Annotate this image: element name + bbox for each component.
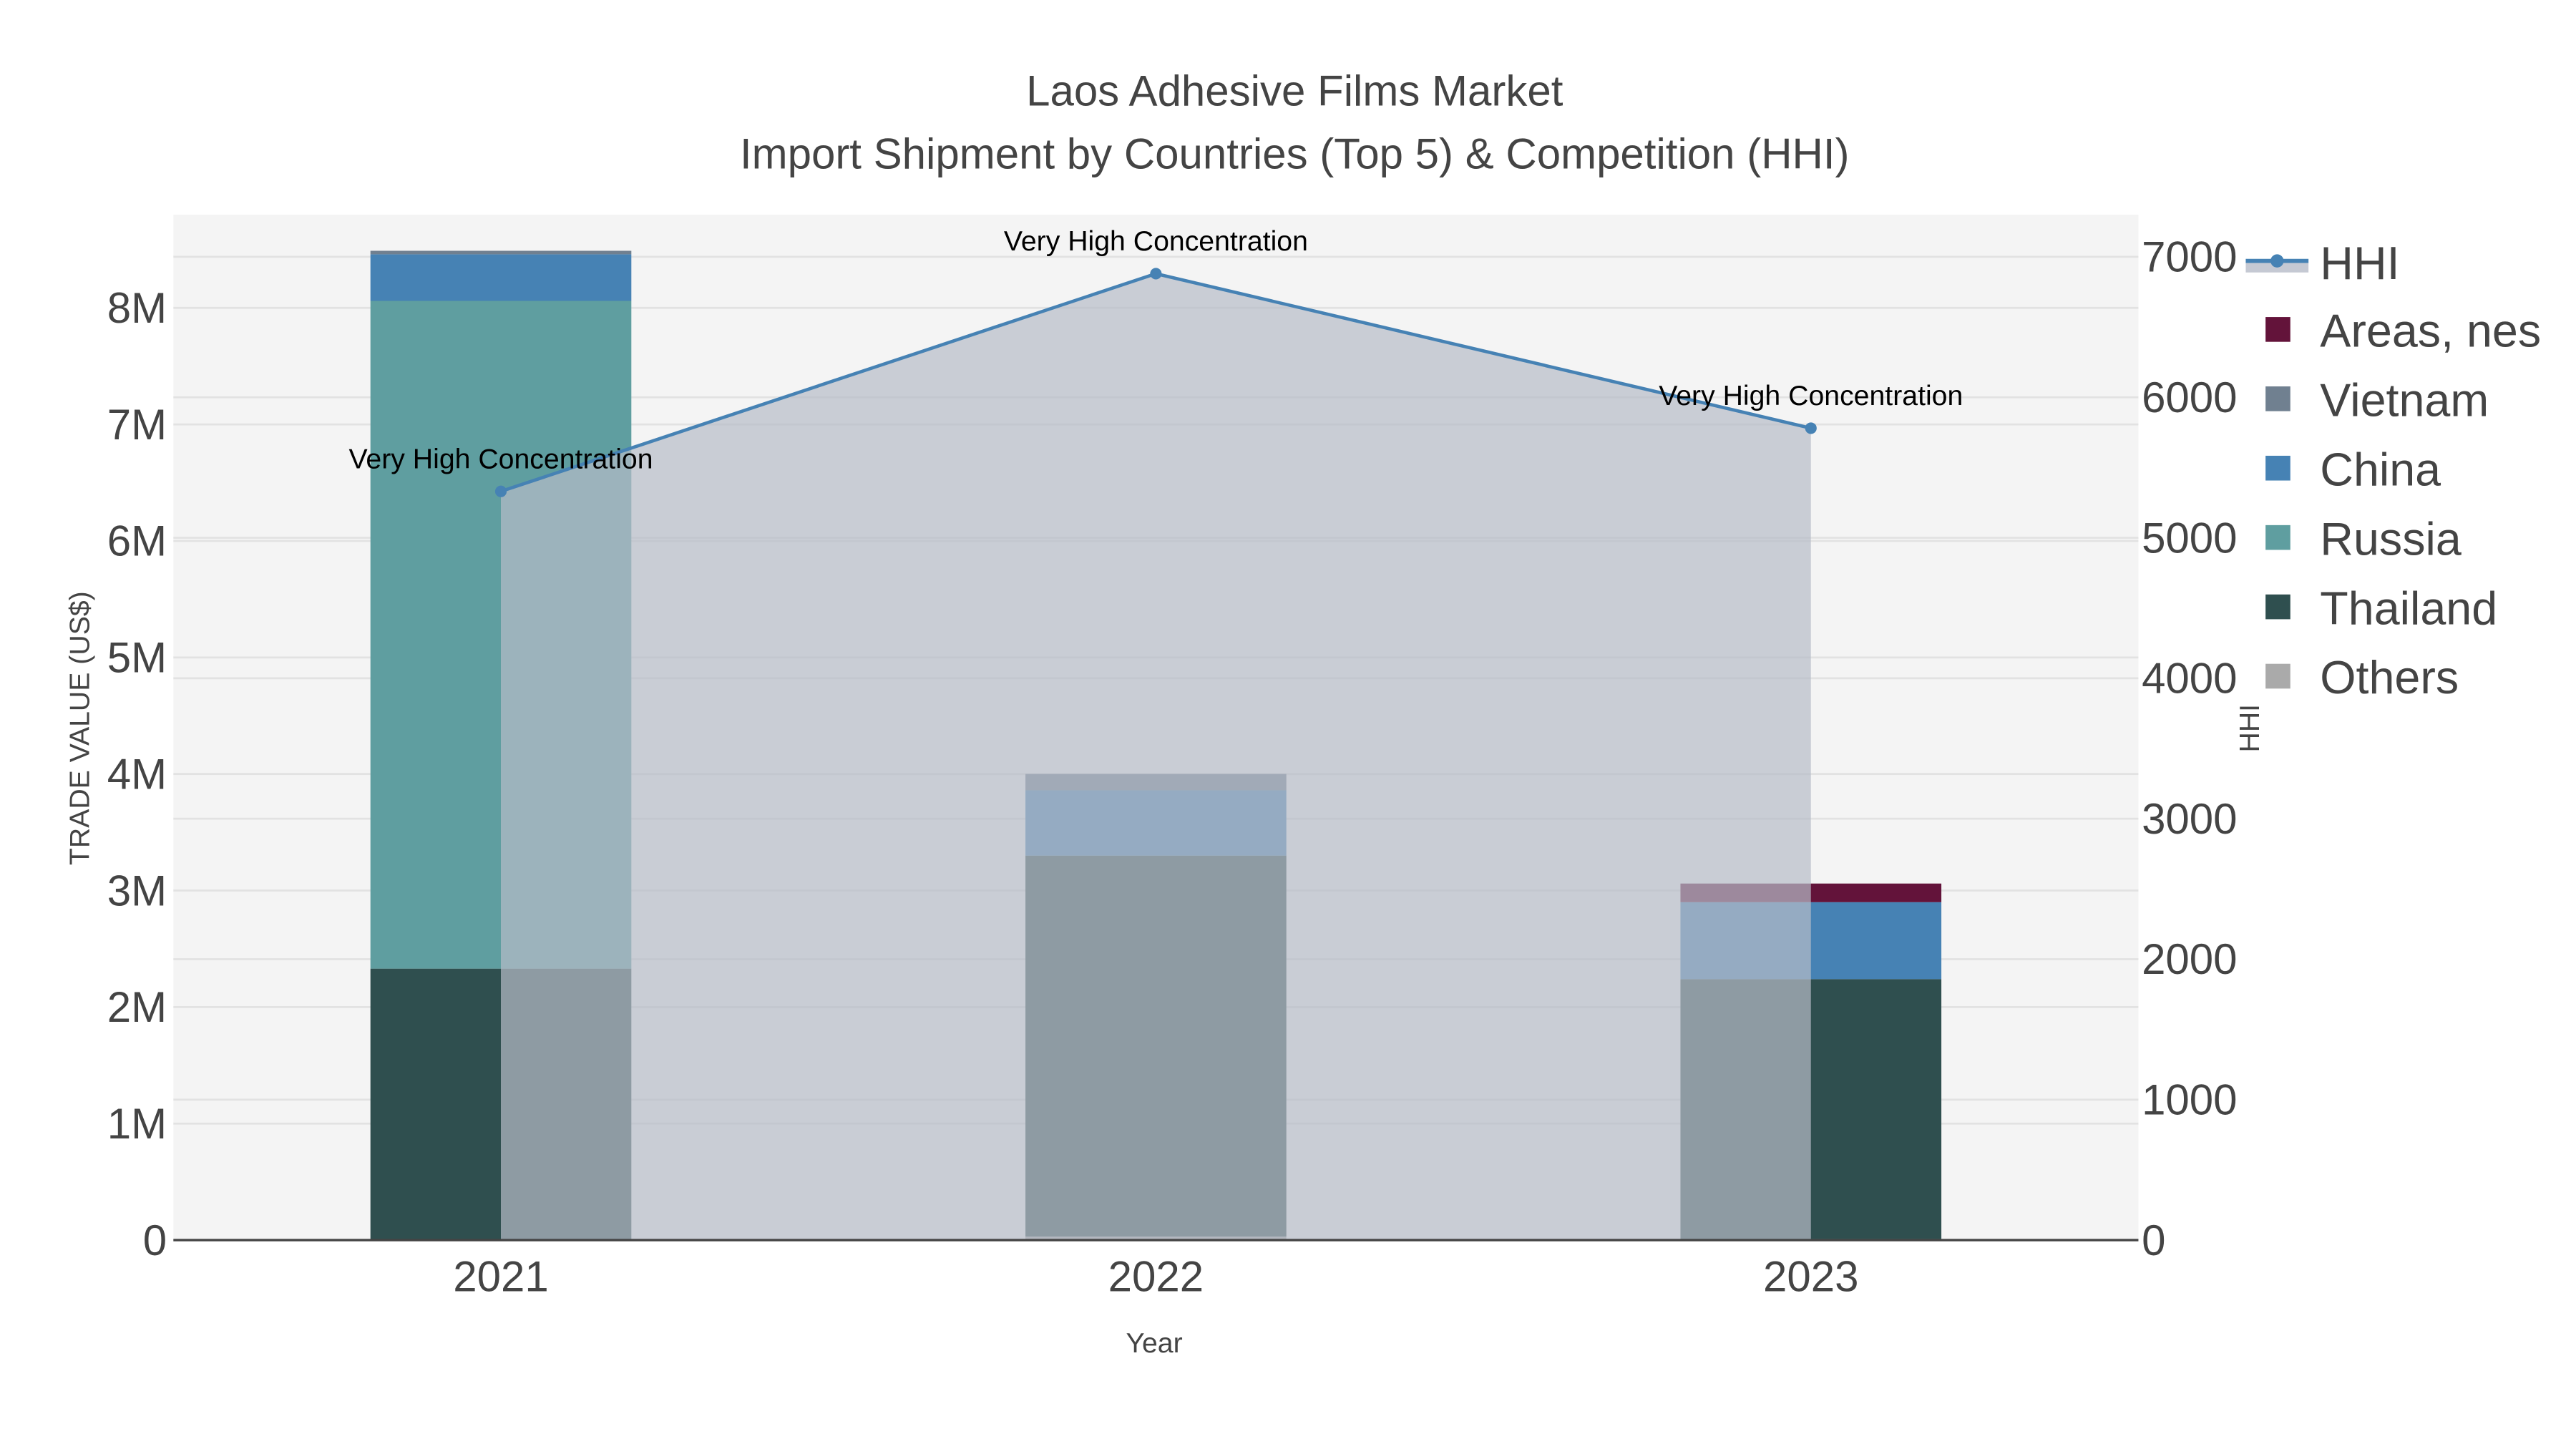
y-tick-label: 7M: [107, 401, 167, 449]
legend-swatch-others: [2265, 663, 2290, 689]
y-tick-label: 4M: [107, 750, 167, 798]
legend-swatch-areas-nes: [2265, 317, 2290, 342]
y2-tick-label: 3000: [2142, 795, 2237, 843]
y2-tick-label: 1000: [2142, 1076, 2237, 1124]
y2-tick-label: 0: [2142, 1216, 2165, 1264]
y2-tick-label: 6000: [2142, 374, 2237, 421]
legend-swatch-thailand: [2265, 594, 2290, 620]
legend-swatch-russia: [2265, 525, 2290, 550]
legend-label-china: China: [2320, 444, 2441, 495]
y-tick-label: 0: [143, 1216, 167, 1264]
y-axis-label: TRADE VALUE (US$): [64, 591, 96, 865]
x-tick-label: 2022: [1108, 1253, 1204, 1301]
y2-tick-label: 4000: [2142, 655, 2237, 703]
chart-title: Laos Adhesive Films Market: [1026, 67, 1563, 115]
legend-hhi-marker: [2270, 254, 2284, 268]
y-tick-label: 6M: [107, 517, 167, 565]
y2-axis-label: HHI: [2234, 704, 2265, 753]
hhi-annotation: Very High Concentration: [348, 443, 653, 474]
bar-china-2021: [370, 254, 632, 301]
bar-vietnam-2021: [370, 250, 632, 255]
legend-label-thailand: Thailand: [2320, 582, 2497, 634]
hhi-point-2022: [1150, 268, 1162, 280]
x-tick-label: 2021: [453, 1253, 548, 1301]
chart: Laos Adhesive Films Market Import Shipme…: [64, 67, 2542, 1359]
x-tick-label: 2023: [1763, 1253, 1858, 1301]
y2-tick-label: 7000: [2142, 233, 2237, 281]
x-axis-label: Year: [1126, 1327, 1182, 1359]
hhi-annotation: Very High Concentration: [1004, 225, 1308, 257]
y-tick-label: 5M: [107, 634, 167, 682]
y-tick-label: 8M: [107, 284, 167, 332]
hhi-point-2023: [1805, 422, 1817, 434]
y-tick-label: 2M: [107, 983, 167, 1031]
legend-label-areas-nes: Areas, nes: [2320, 306, 2541, 357]
y2-tick-label: 5000: [2142, 514, 2237, 562]
legend-label-vietnam: Vietnam: [2320, 375, 2489, 426]
y2-tick-label: 2000: [2142, 935, 2237, 983]
chart-subtitle: Import Shipment by Countries (Top 5) & C…: [740, 130, 1850, 177]
legend-label-russia: Russia: [2320, 513, 2462, 565]
legend-swatch-vietnam: [2265, 386, 2290, 411]
legend: HHI Areas, nes Vietnam China Russia Thailand O…: [2245, 238, 2541, 703]
hhi-point-2021: [494, 485, 507, 497]
hhi-annotation: Very High Concentration: [1659, 380, 1963, 411]
legend-label-hhi: HHI: [2320, 238, 2399, 289]
y-tick-label: 1M: [107, 1100, 167, 1148]
legend-swatch-china: [2265, 455, 2290, 481]
y-tick-label: 3M: [107, 867, 167, 914]
legend-label-others: Others: [2320, 652, 2459, 703]
